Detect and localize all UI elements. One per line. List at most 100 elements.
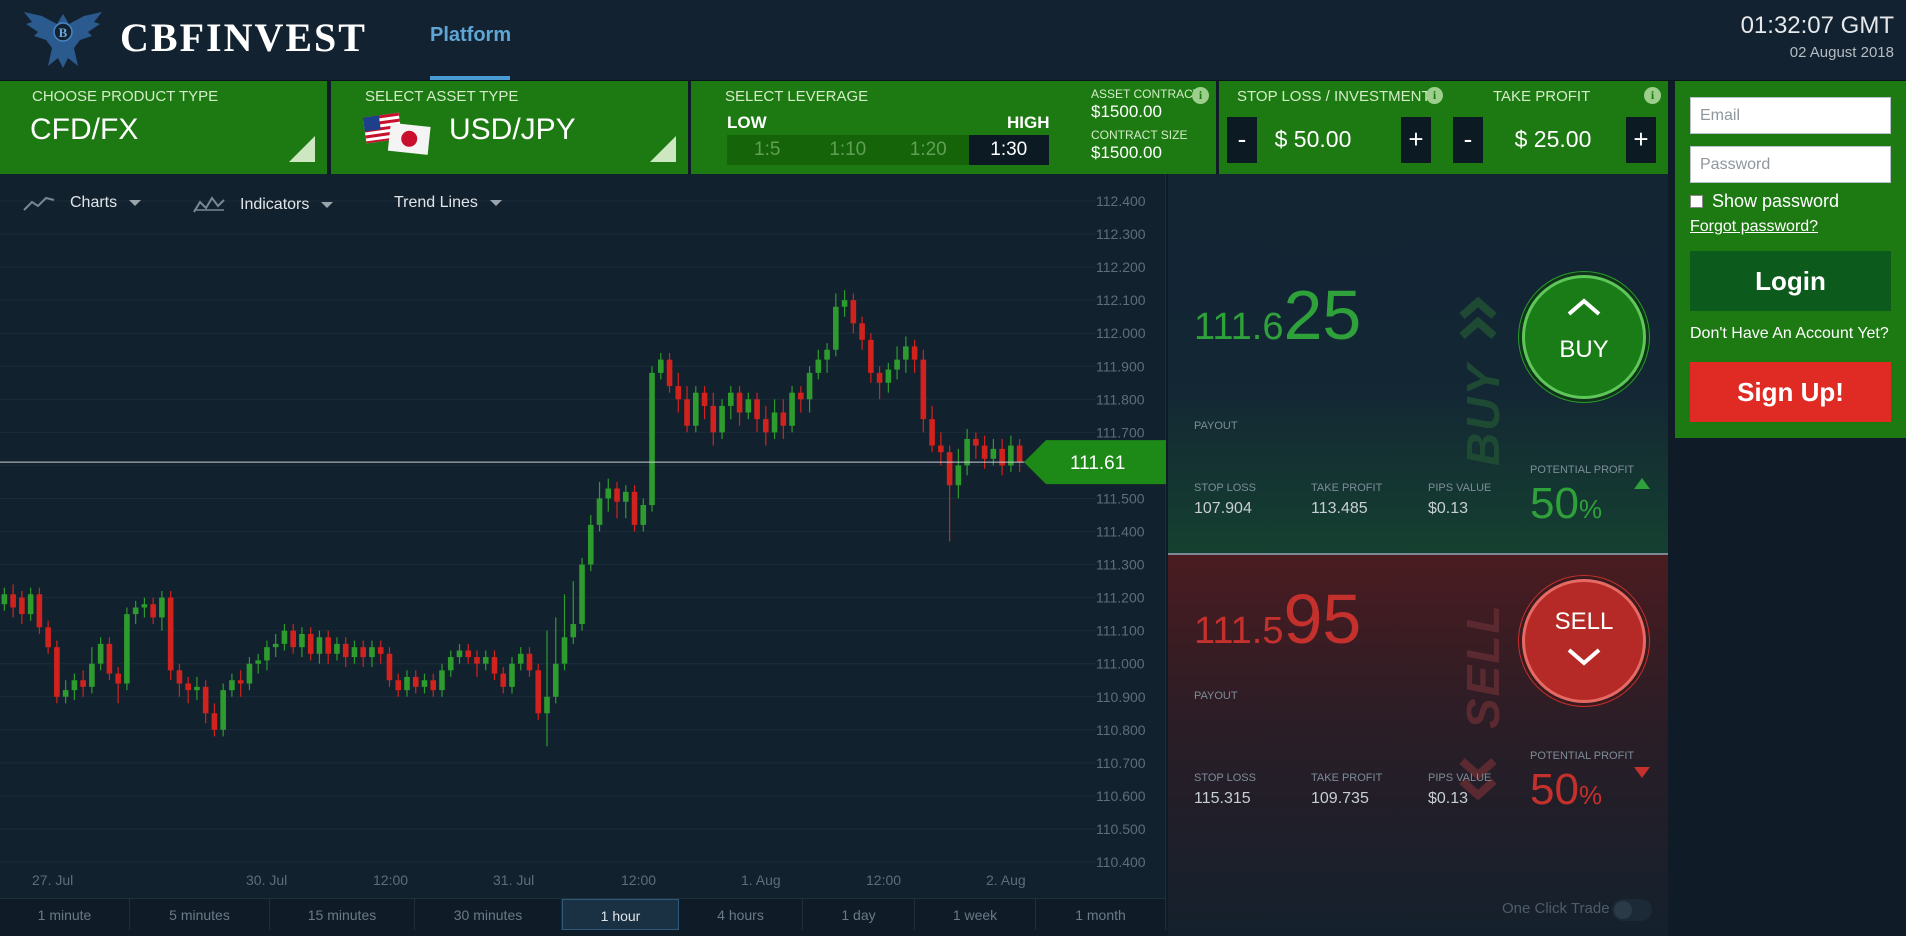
leverage-option-selected[interactable]: 1:30 xyxy=(968,135,1049,165)
indicators-dropdown[interactable]: Indicators xyxy=(192,194,334,216)
checkbox-icon[interactable] xyxy=(1690,195,1703,208)
product-type-selector[interactable]: CHOOSE PRODUCT TYPE CFD/FX xyxy=(0,81,327,174)
stop-loss-plus-button[interactable]: + xyxy=(1401,117,1431,163)
candle-body xyxy=(544,696,550,714)
timeframe-button[interactable]: 5 minutes xyxy=(130,899,270,930)
leverage-option[interactable]: 1:5 xyxy=(727,135,808,165)
timeframe-button[interactable]: 1 month xyxy=(1036,899,1166,930)
leverage-slider[interactable]: 1:5 1:10 1:20 1:30 xyxy=(727,135,1049,165)
info-icon[interactable]: i xyxy=(1192,87,1209,104)
candle-body xyxy=(605,488,612,499)
buy-take-profit-value: 113.485 xyxy=(1311,500,1368,517)
contract-size-value: $1500.00 xyxy=(1091,143,1162,162)
x-tick-label: 27. Jul xyxy=(32,872,73,888)
x-tick-label: 1. Aug xyxy=(741,872,781,888)
buy-watermark: BUY xyxy=(1457,362,1509,466)
take-profit-plus-button[interactable]: + xyxy=(1626,117,1656,163)
toggle-knob[interactable] xyxy=(1614,901,1632,919)
buy-payout-label: PAYOUT xyxy=(1194,420,1238,432)
candle-body xyxy=(281,630,288,644)
candle-body xyxy=(824,349,830,360)
timeframe-button[interactable]: 1 week xyxy=(915,899,1036,930)
timeframe-button[interactable]: 4 hours xyxy=(679,899,803,930)
chevron-down-icon xyxy=(1567,648,1601,666)
sell-take-profit-label: TAKE PROFIT xyxy=(1311,772,1383,784)
show-password-checkbox[interactable]: Show password xyxy=(1690,191,1839,212)
asset-contract-label: ASSET CONTRACT xyxy=(1091,87,1201,101)
candle-body xyxy=(167,597,174,671)
buy-zone: BUY 111.625 PAYOUT STOP LOSS 107.904 TAK… xyxy=(1168,174,1668,553)
charts-dropdown[interactable]: Charts xyxy=(22,194,142,212)
signup-button[interactable]: Sign Up! xyxy=(1690,362,1891,422)
candle-body xyxy=(36,594,43,628)
candle-body xyxy=(395,680,402,691)
indicators-label: Indicators xyxy=(240,196,310,213)
buy-potential-profit-value: 50% xyxy=(1530,482,1602,526)
timeframe-button[interactable]: 15 minutes xyxy=(270,899,415,930)
one-click-trade-toggle[interactable] xyxy=(1612,899,1652,921)
sell-button[interactable]: SELL xyxy=(1522,579,1646,703)
candle-body xyxy=(255,660,261,664)
candle-body xyxy=(185,683,191,691)
info-icon[interactable]: i xyxy=(1426,87,1443,104)
trend-lines-dropdown[interactable]: Trend Lines xyxy=(394,194,502,212)
candle-body xyxy=(789,392,795,426)
timeframe-button[interactable]: 1 day xyxy=(803,899,915,930)
forgot-password-link[interactable]: Forgot password? xyxy=(1690,218,1818,236)
candle-body xyxy=(999,448,1005,466)
top-header: B CBFINVEST Platform 01:32:07 GMT 02 Aug… xyxy=(0,0,1906,81)
candle-body xyxy=(386,653,393,681)
charts-label: Charts xyxy=(70,194,118,211)
candle-body xyxy=(237,680,244,684)
sell-pp-percent: % xyxy=(1578,780,1603,810)
password-input[interactable] xyxy=(1690,146,1891,183)
timeframe-button[interactable]: 1 minute xyxy=(0,899,130,930)
candle-body xyxy=(412,676,419,687)
candle-body xyxy=(439,670,445,691)
y-tick-label: 111.000 xyxy=(1096,656,1145,672)
y-tick-label: 110.800 xyxy=(1096,722,1146,738)
nav-platform-tab[interactable]: Platform xyxy=(430,24,511,47)
buy-pips-label: PIPS VALUE xyxy=(1428,482,1492,494)
buy-price-small: 111.6 xyxy=(1194,306,1284,348)
y-tick-label: 110.600 xyxy=(1096,788,1146,804)
triangle-up-icon xyxy=(1634,478,1650,489)
candle-body xyxy=(868,339,874,373)
stop-loss-take-profit-panel: STOP LOSS / INVESTMENT i - $ 50.00 + TAK… xyxy=(1219,81,1668,174)
candle-body xyxy=(316,637,323,654)
login-button[interactable]: Login xyxy=(1690,251,1891,311)
email-input[interactable] xyxy=(1690,97,1891,134)
timeframe-button[interactable]: 30 minutes xyxy=(415,899,562,930)
y-tick-label: 110.400 xyxy=(1096,854,1146,870)
chart-area[interactable]: 112.400 112.300 112.200 112.100 112.000 111.9… xyxy=(0,174,1166,898)
leverage-panel: SELECT LEVERAGE LOW HIGH 1:5 1:10 1:20 1… xyxy=(691,81,1216,174)
candle-body xyxy=(307,633,314,654)
candle-body xyxy=(754,399,760,420)
take-profit-minus-button[interactable]: - xyxy=(1453,117,1483,163)
candle-body xyxy=(474,657,480,664)
candle-body xyxy=(535,670,542,714)
candle-body xyxy=(27,594,34,615)
y-tick-label: 112.200 xyxy=(1096,259,1146,275)
candle-body xyxy=(964,438,970,466)
buy-button[interactable]: BUY xyxy=(1522,275,1646,399)
trading-platform: B CBFINVEST Platform 01:32:07 GMT 02 Aug… xyxy=(0,0,1906,936)
x-tick-label: 30. Jul xyxy=(246,872,287,888)
candle-body xyxy=(701,392,708,406)
buy-stop-loss-label: STOP LOSS xyxy=(1194,482,1256,494)
buy-take-profit-label: TAKE PROFIT xyxy=(1311,482,1383,494)
timeframe-button-selected[interactable]: 1 hour xyxy=(562,899,679,930)
chevron-up-icon xyxy=(1567,298,1601,316)
candle-body xyxy=(570,624,577,638)
y-tick-label: 110.500 xyxy=(1096,821,1146,837)
y-tick-label: 111.200 xyxy=(1096,590,1145,606)
leverage-high-label: HIGH xyxy=(1007,113,1050,132)
asset-type-selector[interactable]: SELECT ASSET TYPE USD/JPY xyxy=(331,81,688,174)
info-icon[interactable]: i xyxy=(1644,87,1661,104)
price-chart[interactable]: 112.400 112.300 112.200 112.100 112.000 111.9… xyxy=(0,174,1166,898)
stop-loss-minus-button[interactable]: - xyxy=(1227,117,1257,163)
leverage-option[interactable]: 1:20 xyxy=(888,135,969,165)
candle-body xyxy=(894,359,900,370)
buy-button-label: BUY xyxy=(1559,336,1609,363)
leverage-option[interactable]: 1:10 xyxy=(808,135,889,165)
